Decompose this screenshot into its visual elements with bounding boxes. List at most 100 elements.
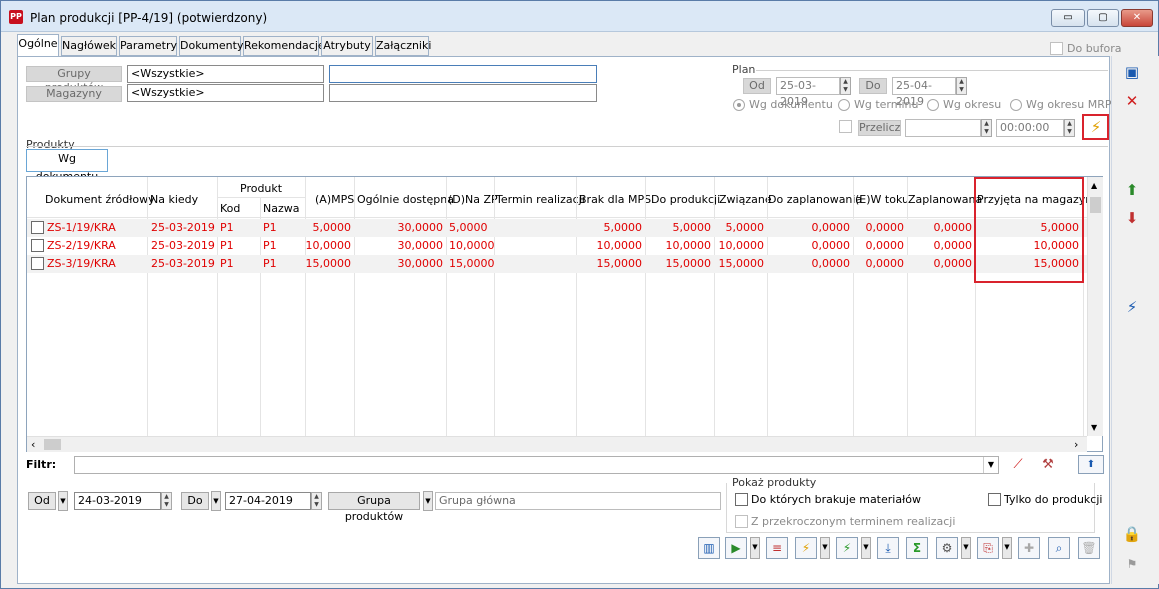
bottom-do-spinner[interactable]: ▲ ▼	[311, 492, 322, 510]
tab-rekomendacje[interactable]: Rekomendacje	[243, 36, 325, 56]
col-dokument-zrodlowy[interactable]: Dokument źródłowy	[45, 193, 155, 206]
title-bar[interactable]: PP Plan produkcji [PP-4/19] (potwierdzon…	[1, 1, 1158, 32]
table-row[interactable]: ZS-2/19/KRA 25-03-2019 P1 P1 10,0000 30,…	[27, 237, 1087, 255]
sum-icon[interactable]: Σ	[906, 537, 928, 559]
row-checkbox[interactable]	[31, 221, 44, 234]
przelicz-date-field[interactable]	[905, 119, 981, 137]
plan-od-button[interactable]: Od	[743, 78, 771, 94]
bottom-od-dropdown[interactable]: ▼	[58, 491, 68, 511]
col-zaplanowana[interactable]: Zaplanowana	[908, 193, 982, 206]
brakuje-materialow-checkbox[interactable]	[735, 493, 748, 506]
tab-dokumenty[interactable]: Dokumenty	[179, 36, 243, 56]
hscroll-thumb[interactable]	[44, 439, 61, 450]
lightning-help-icon[interactable]: ⚡	[1085, 116, 1107, 138]
upload-icon[interactable]: ⬆	[1121, 179, 1143, 201]
subtab-wg-dokumentu[interactable]: Wg dokumentu	[26, 149, 108, 183]
przelicz-time-spinner[interactable]: ▲ ▼	[1064, 119, 1075, 137]
radio-wg-okresu[interactable]	[927, 99, 939, 111]
lightning-green-dropdown[interactable]: ▼	[861, 537, 871, 559]
przelicz-button[interactable]: Przelicz	[858, 120, 901, 136]
scroll-thumb[interactable]	[1090, 197, 1101, 213]
przelicz-checkbox[interactable]	[839, 120, 852, 133]
gear-dropdown[interactable]: ▼	[961, 537, 971, 559]
grupy-produktow-field[interactable]: <Wszystkie>	[127, 65, 324, 83]
grupy-produktow-extra-field[interactable]	[329, 65, 597, 83]
lightning-green-icon[interactable]: ⚡	[836, 537, 858, 559]
minimize-button[interactable]: ▭	[1051, 9, 1085, 27]
scroll-up-icon[interactable]: ▲	[1091, 181, 1097, 190]
magazyny-extra-field[interactable]	[329, 84, 597, 102]
add-icon[interactable]: ✚	[1018, 537, 1040, 559]
radio-wg-dokumentu[interactable]	[733, 99, 745, 111]
przelicz-date-spinner[interactable]: ▲ ▼	[981, 119, 992, 137]
col-termin-realizacji[interactable]: Termin realizacji	[496, 193, 585, 206]
scroll-left-icon[interactable]: ‹	[31, 438, 35, 451]
lightning-blue-icon[interactable]: ⚡	[1121, 296, 1143, 318]
search-icon[interactable]: ⌕	[1048, 537, 1070, 559]
grupa-glowna-field[interactable]: Grupa główna	[435, 492, 721, 510]
plan-od-date[interactable]: 25-03-2019	[776, 77, 840, 108]
generate-icon[interactable]: ▶	[725, 537, 747, 559]
chart-icon[interactable]: ▥	[698, 537, 720, 559]
generate-dropdown[interactable]: ▼	[750, 537, 760, 559]
export-icon[interactable]: ⬆	[1078, 455, 1104, 474]
col-nazwa[interactable]: Nazwa	[263, 202, 299, 215]
row-checkbox[interactable]	[31, 239, 44, 252]
tab-naglowek[interactable]: Nagłówek	[61, 36, 117, 56]
bottom-do-button[interactable]: Do	[181, 492, 209, 510]
radio-wg-terminu[interactable]	[838, 99, 850, 111]
save-icon[interactable]: ▣	[1121, 61, 1143, 83]
lightning-orange-icon[interactable]: ⚡	[795, 537, 817, 559]
bottom-do-date[interactable]: 27-04-2019	[225, 492, 311, 510]
plan-do-button[interactable]: Do	[859, 78, 887, 94]
row-checkbox[interactable]	[31, 257, 44, 270]
col-produkt[interactable]: Produkt	[240, 182, 282, 195]
col-d-na-zp[interactable]: (D)Na ZP	[448, 193, 498, 206]
chevron-down-icon[interactable]: ▼	[983, 457, 998, 473]
col-na-kiedy[interactable]: Na kiedy	[150, 193, 198, 206]
filter-wrench-icon[interactable]: ⚒	[1037, 454, 1059, 476]
document-arrow-icon[interactable]: ⤓	[877, 537, 899, 559]
grupy-produktow-button[interactable]: Grupy produktów	[26, 66, 122, 94]
list-icon[interactable]: ≡	[766, 537, 788, 559]
tab-parametry[interactable]: Parametry	[119, 36, 177, 56]
tab-ogolne[interactable]: Ogólne	[17, 34, 59, 56]
przelicz-time-field[interactable]: 00:00:00	[996, 119, 1064, 137]
radio-wg-okresu-mrp[interactable]	[1010, 99, 1022, 111]
vertical-scrollbar[interactable]: ▲ ▼	[1087, 177, 1103, 436]
close-icon[interactable]: ✕	[1121, 90, 1143, 112]
scroll-down-icon[interactable]: ▼	[1091, 423, 1097, 432]
table-row[interactable]: ZS-3/19/KRA 25-03-2019 P1 P1 15,0000 30,…	[27, 255, 1087, 273]
close-button[interactable]: ✕	[1121, 9, 1153, 27]
bottom-od-spinner[interactable]: ▲ ▼	[161, 492, 172, 510]
flag-icon[interactable]: ⚑	[1121, 553, 1143, 575]
col-do-produkcji[interactable]: Do produkcji	[651, 193, 720, 206]
gear-icon[interactable]: ⚙	[936, 537, 958, 559]
col-a-mps[interactable]: (A)MPS	[315, 193, 354, 206]
magazyny-field[interactable]: <Wszystkie>	[127, 84, 324, 102]
plan-od-spinner[interactable]: ▲ ▼	[840, 77, 851, 95]
col-brak-dla-mps[interactable]: Brak dla MPS	[579, 193, 651, 206]
przekroczony-termin-checkbox[interactable]	[735, 515, 748, 528]
col-do-zaplanowania[interactable]: Do zaplanowania	[768, 193, 862, 206]
document-export-dropdown[interactable]: ▼	[1002, 537, 1012, 559]
horizontal-scrollbar[interactable]: ‹ ›	[27, 436, 1087, 452]
bottom-od-button[interactable]: Od	[28, 492, 56, 510]
lightning-orange-dropdown[interactable]: ▼	[820, 537, 830, 559]
tab-zalaczniki[interactable]: Załączniki	[375, 36, 431, 56]
grupa-produktow-button[interactable]: Grupa produktów	[328, 492, 420, 523]
plan-do-spinner[interactable]: ▲ ▼	[956, 77, 967, 95]
do-bufora-checkbox[interactable]	[1050, 42, 1063, 55]
trash-icon[interactable]: 🗑	[1078, 537, 1100, 559]
lock-icon[interactable]: 🔒	[1121, 523, 1143, 545]
col-ogolnie-dostepna[interactable]: Ogólnie dostępna	[357, 193, 454, 206]
download-icon[interactable]: ⬇	[1121, 207, 1143, 229]
maximize-button[interactable]: ▢	[1087, 9, 1119, 27]
bottom-do-dropdown[interactable]: ▼	[211, 491, 221, 511]
clear-filter-icon[interactable]: ⟋	[1007, 454, 1029, 476]
magazyny-button[interactable]: Magazyny	[26, 86, 122, 102]
filtr-input[interactable]	[74, 456, 999, 474]
document-export-icon[interactable]: ⎘	[977, 537, 999, 559]
tylko-do-produkcji-checkbox[interactable]	[988, 493, 1001, 506]
grupa-produktow-dropdown[interactable]: ▼	[423, 491, 433, 511]
